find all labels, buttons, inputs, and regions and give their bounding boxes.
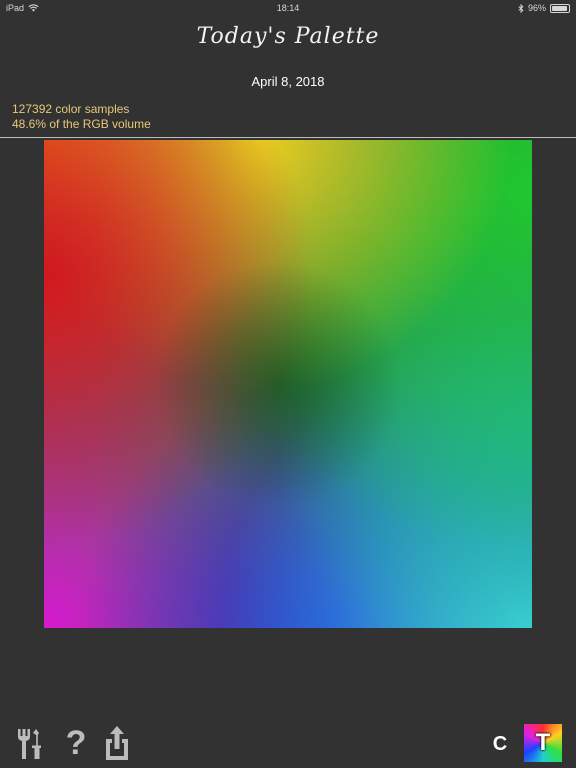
tools-icon <box>18 729 41 759</box>
bluetooth-icon <box>518 3 524 13</box>
share-icon <box>106 726 128 760</box>
sample-count: 127392 color samples <box>12 102 130 116</box>
divider <box>0 137 576 138</box>
status-time: 18:14 <box>276 3 300 13</box>
status-right: 96% <box>518 3 570 13</box>
battery-fill <box>552 5 568 11</box>
palette-stats: 127392 color samples 48.6% of the RGB vo… <box>12 102 151 132</box>
help-icon: ? <box>65 723 87 762</box>
c-button[interactable]: C <box>488 730 512 758</box>
color-palette-canvas[interactable] <box>44 140 532 628</box>
share-button[interactable] <box>104 724 130 762</box>
battery-percent: 96% <box>527 3 546 13</box>
t-button-label: T <box>535 729 551 756</box>
help-button[interactable]: ? <box>62 724 90 762</box>
page-title: Today's Palette <box>196 24 380 49</box>
rgb-volume: 48.6% of the RGB volume <box>12 117 151 131</box>
tools-button[interactable] <box>14 726 48 762</box>
t-button[interactable]: T <box>524 724 562 762</box>
status-bar: iPad 18:14 96% <box>0 0 576 16</box>
palette-date: April 8, 2018 <box>251 74 325 89</box>
battery-icon <box>550 3 570 13</box>
